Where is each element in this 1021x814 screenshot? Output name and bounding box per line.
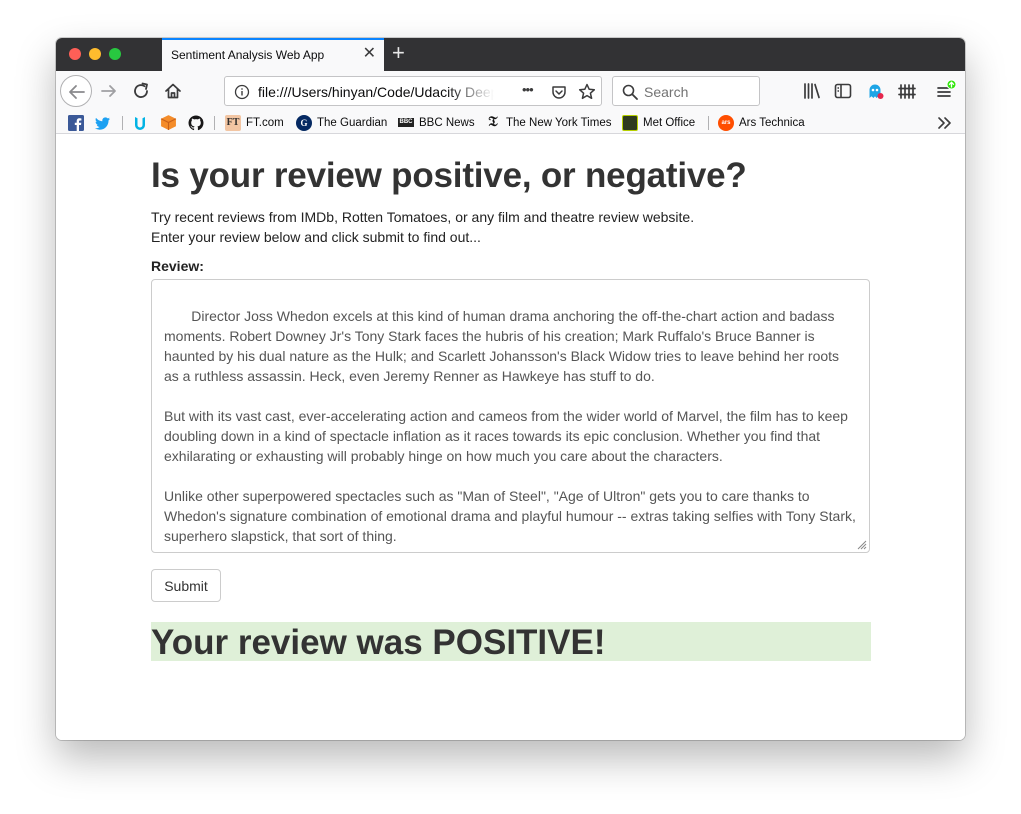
guardian-icon: G	[296, 114, 312, 131]
browser-window: Sentiment Analysis Web App ✕ + file:///U…	[56, 38, 965, 740]
close-tab-icon[interactable]: ✕	[363, 45, 376, 63]
library-icon[interactable]	[800, 79, 824, 103]
ghostery-icon[interactable]	[863, 79, 887, 103]
ars-technica-icon: ars	[718, 114, 734, 131]
result-banner: Your review was POSITIVE!	[151, 622, 871, 661]
submit-button[interactable]: Submit	[151, 569, 221, 602]
page-content: Is your review positive, or negative? Tr…	[56, 134, 965, 740]
home-icon[interactable]	[161, 79, 185, 103]
review-label: Review:	[151, 258, 204, 274]
reload-icon[interactable]	[129, 79, 153, 103]
info-icon[interactable]	[234, 84, 250, 100]
bookmark-ars-technica[interactable]: ars Ars Technica	[718, 114, 805, 131]
back-button[interactable]	[60, 75, 92, 107]
bookmark-bbc[interactable]: BBC BBC News	[398, 114, 475, 131]
bookmark-met-office[interactable]: Met Office	[622, 114, 695, 131]
intro-line-1: Try recent reviews from IMDb, Rotten Tom…	[151, 209, 695, 225]
facebook-icon[interactable]	[68, 115, 84, 131]
review-text: Director Joss Whedon excels at this kind…	[164, 308, 856, 544]
close-window-button[interactable]	[69, 48, 81, 60]
intro-line-2: Enter your review below and click submit…	[151, 229, 481, 245]
met-office-icon	[622, 114, 638, 131]
intro-text: Try recent reviews from IMDb, Rotten Tom…	[151, 207, 694, 247]
pocket-icon[interactable]	[550, 83, 568, 101]
url-text: file:///Users/hinyan/Code/Udacity Deep L…	[258, 84, 494, 100]
bookmark-label: BBC News	[419, 116, 475, 129]
search-placeholder: Search	[644, 84, 689, 100]
search-icon	[622, 84, 638, 100]
forward-arrow-icon[interactable]	[97, 79, 121, 103]
bookmark-ft[interactable]: FT FT.com	[225, 114, 284, 131]
ft-icon: FT	[225, 114, 241, 131]
bbc-icon: BBC	[398, 118, 414, 127]
menu-icon[interactable]	[933, 79, 957, 103]
sidebar-icon[interactable]	[831, 79, 855, 103]
bookmark-separator	[214, 116, 215, 130]
zoom-window-button[interactable]	[109, 48, 121, 60]
bookmark-label: Ars Technica	[739, 116, 805, 129]
tab-sentiment-analysis[interactable]: Sentiment Analysis Web App ✕	[162, 38, 384, 71]
bookmark-guardian[interactable]: G The Guardian	[296, 114, 387, 131]
page-actions-icon[interactable]: •••	[522, 82, 534, 97]
bookmark-label: The New York Times	[506, 116, 612, 129]
nyt-icon: 𝔗	[488, 114, 498, 130]
bookmark-label: The Guardian	[317, 116, 388, 129]
bookmarks-overflow-icon[interactable]	[936, 116, 952, 130]
tab-bar: Sentiment Analysis Web App ✕ +	[56, 38, 965, 71]
back-arrow-icon	[69, 85, 85, 99]
search-bar[interactable]: Search	[612, 76, 760, 106]
page-title: Is your review positive, or negative?	[151, 156, 747, 195]
bookmark-label: FT.com	[246, 116, 284, 129]
minimize-window-button[interactable]	[89, 48, 101, 60]
review-textarea[interactable]: Director Joss Whedon excels at this kind…	[151, 279, 870, 553]
tab-title: Sentiment Analysis Web App	[171, 48, 325, 62]
udacity-icon[interactable]	[132, 115, 148, 131]
url-bar[interactable]: file:///Users/hinyan/Code/Udacity Deep L…	[224, 76, 602, 106]
github-icon[interactable]	[188, 115, 204, 131]
extension-fence-icon[interactable]	[895, 79, 919, 103]
bookmark-label: Met Office	[643, 116, 696, 129]
new-tab-icon[interactable]: +	[392, 41, 405, 65]
package-icon[interactable]	[160, 114, 177, 131]
twitter-icon[interactable]	[95, 115, 111, 131]
bookmark-separator	[708, 116, 709, 130]
bookmark-separator	[122, 116, 123, 130]
bookmark-nyt[interactable]: 𝔗 The New York Times	[485, 114, 611, 131]
nav-toolbar: file:///Users/hinyan/Code/Udacity Deep L…	[56, 71, 965, 111]
bookmarks-bar: FT FT.com G The Guardian BBC BBC News 𝔗 …	[56, 111, 965, 134]
resize-grip-icon[interactable]	[855, 538, 867, 550]
bookmark-star-icon[interactable]	[577, 82, 597, 102]
